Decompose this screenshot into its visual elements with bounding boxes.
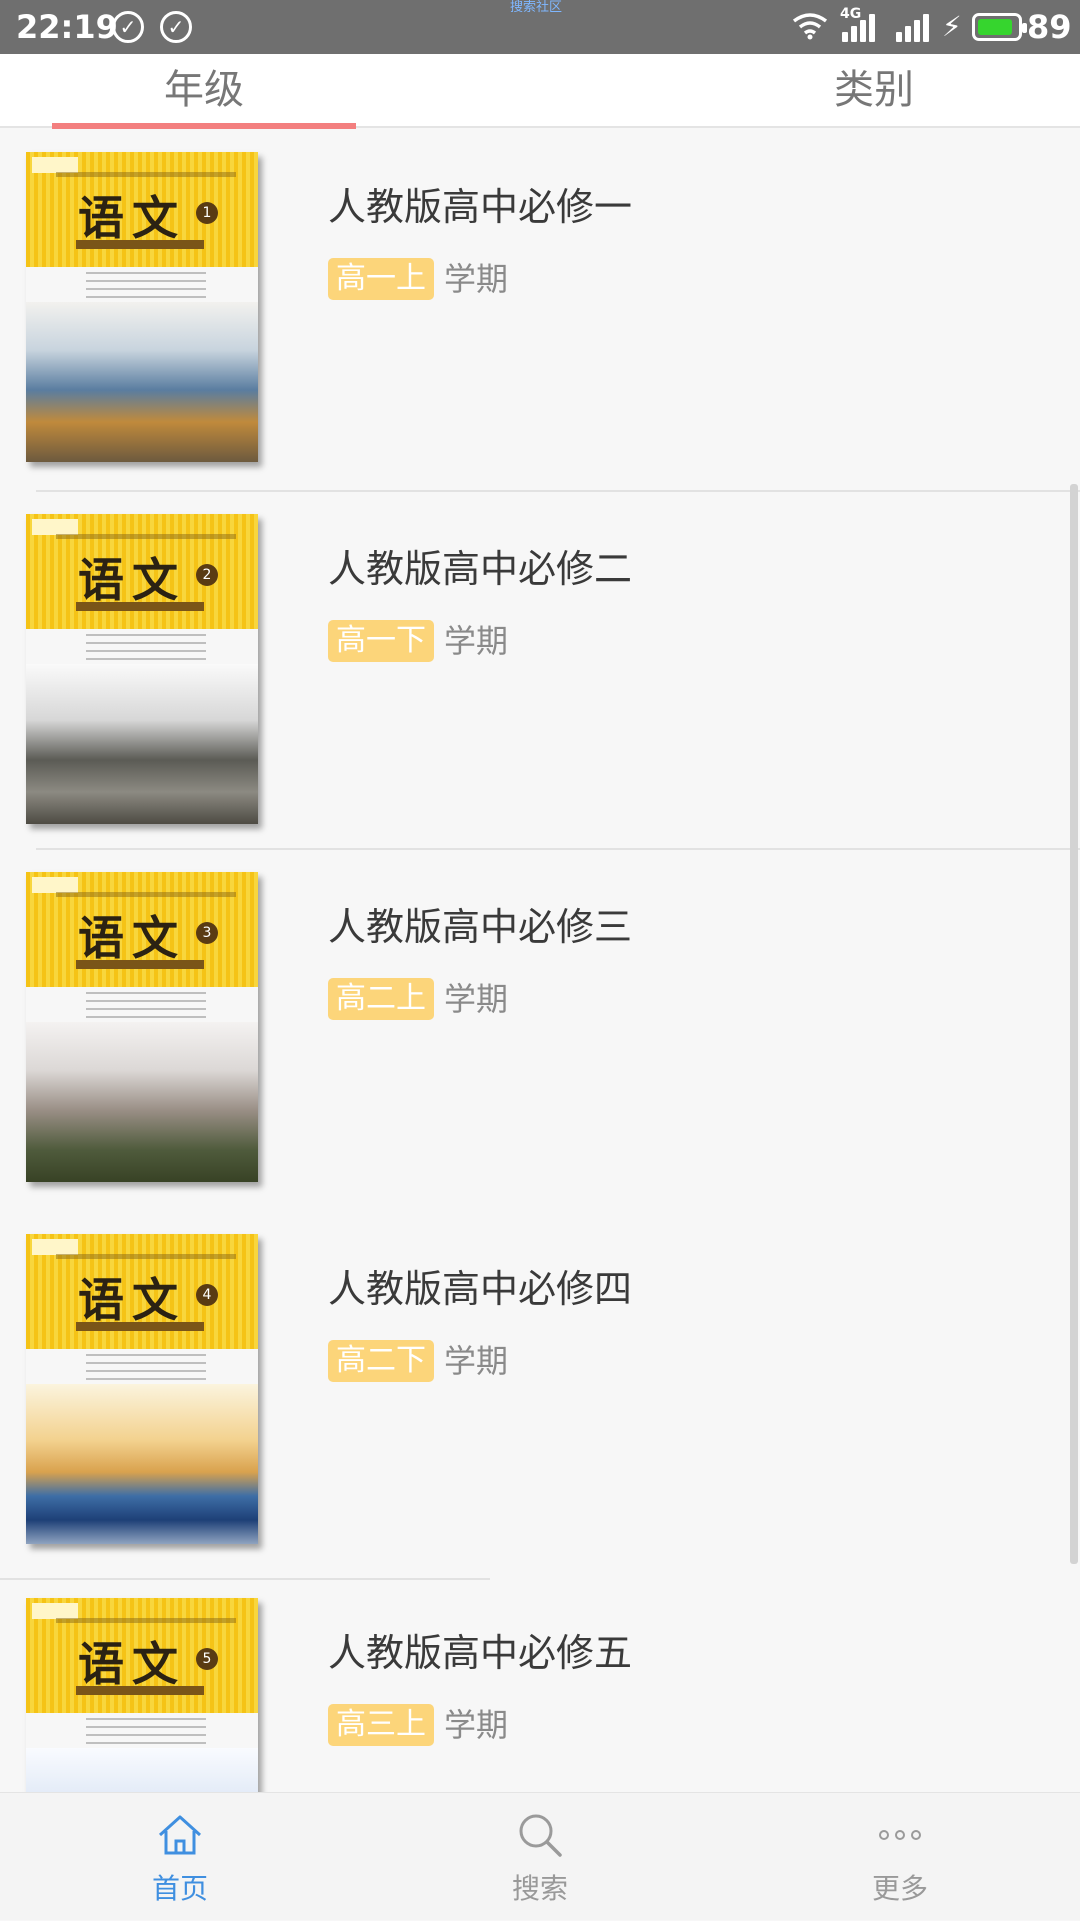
cover-volume: 3 (196, 922, 218, 944)
book-cover: 语文 1 (26, 152, 258, 462)
signal-icon (842, 12, 882, 42)
home-icon (158, 1815, 202, 1855)
cover-volume: 1 (196, 202, 218, 224)
tab-grade[interactable]: 年级 (52, 54, 356, 128)
battery-percent: 89 (1027, 8, 1072, 46)
book-cover: 语文 5 (26, 1598, 258, 1792)
book-title: 人教版高中必修三 (328, 905, 633, 949)
check-circle-icon: ✓ (112, 11, 144, 43)
search-icon (519, 1814, 562, 1857)
scrollbar[interactable] (1070, 484, 1078, 1564)
more-icon (879, 1830, 921, 1840)
term-label: 学期 (444, 1342, 509, 1380)
status-bar: 22:19 ✓ ✓ 搜索社区 4G ⚡ 89 (0, 0, 1080, 54)
cover-volume: 5 (196, 1648, 218, 1670)
cover-volume: 4 (196, 1284, 218, 1306)
term-label: 学期 (444, 260, 509, 298)
list-item[interactable]: 语文 3 人教版高中必修三 高二上 学期 (0, 850, 1080, 1212)
grade-badge: 高二下 (328, 1340, 434, 1382)
book-cover: 语文 2 (26, 514, 258, 824)
book-cover: 语文 3 (26, 872, 258, 1182)
book-list: 语文 1 人教版高中必修一 高一上 学期 语文 2 人教版高中必修二 高一下 学… (0, 130, 1080, 1792)
grade-badge: 高一上 (328, 258, 434, 300)
nav-search[interactable]: 搜索 (440, 1793, 640, 1921)
nav-home-label: 首页 (151, 1872, 208, 1905)
term-label: 学期 (444, 980, 509, 1018)
bottom-nav: 首页 搜索 更多 (0, 1792, 1080, 1920)
grade-badge: 高三上 (328, 1704, 434, 1746)
book-title: 人教版高中必修四 (328, 1267, 633, 1311)
cover-title: 语文 (78, 1273, 186, 1327)
nav-home[interactable]: 首页 (80, 1793, 280, 1921)
nav-search-label: 搜索 (511, 1872, 568, 1905)
tab-category[interactable]: 类别 (722, 54, 1026, 128)
charging-icon: ⚡ (942, 10, 962, 43)
wifi-icon (792, 13, 828, 40)
tab-bar: 年级 类别 (0, 54, 1080, 129)
status-time: 22:19 (16, 8, 118, 46)
term-label: 学期 (444, 1706, 509, 1744)
list-item[interactable]: 语文 5 人教版高中必修五 高三上 学期 (0, 1576, 1080, 1792)
grade-badge: 高一下 (328, 620, 434, 662)
book-title: 人教版高中必修一 (328, 185, 633, 229)
list-item[interactable]: 语文 1 人教版高中必修一 高一上 学期 (0, 130, 1080, 492)
battery-icon (972, 13, 1027, 41)
list-item[interactable]: 语文 2 人教版高中必修二 高一下 学期 (0, 492, 1080, 854)
book-title: 人教版高中必修二 (328, 547, 633, 591)
term-label: 学期 (444, 622, 509, 660)
nav-more-label: 更多 (871, 1872, 928, 1905)
book-cover: 语文 4 (26, 1234, 258, 1544)
tab-indicator (52, 123, 356, 129)
cover-title: 语文 (78, 191, 186, 245)
nav-more[interactable]: 更多 (800, 1793, 1000, 1921)
cover-title: 语文 (78, 553, 186, 607)
cover-volume: 2 (196, 564, 218, 586)
status-center-note: 搜索社区 (510, 0, 563, 15)
check-circle-icon: ✓ (160, 11, 192, 43)
cover-title: 语文 (78, 1637, 186, 1691)
signal-icon (896, 12, 936, 42)
book-title: 人教版高中必修五 (328, 1631, 633, 1675)
grade-badge: 高二上 (328, 978, 434, 1020)
list-item[interactable]: 语文 4 人教版高中必修四 高二下 学期 (0, 1212, 1080, 1574)
cover-title: 语文 (78, 911, 186, 965)
